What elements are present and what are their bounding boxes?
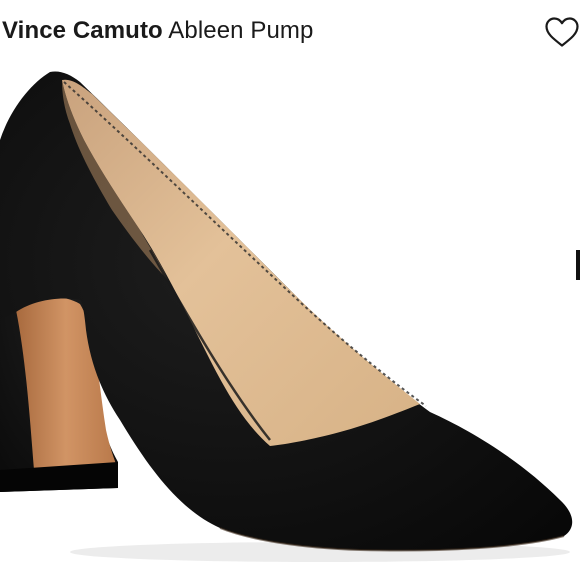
product-title: Vince Camuto Ableen Pump bbox=[2, 14, 313, 48]
product-header: Vince Camuto Ableen Pump bbox=[0, 0, 580, 64]
heart-outline-icon bbox=[545, 17, 579, 47]
product-image[interactable] bbox=[0, 60, 580, 580]
second-shoe-edge bbox=[576, 250, 580, 280]
product-name: Ableen Pump bbox=[168, 17, 314, 44]
favorite-button[interactable] bbox=[544, 16, 580, 48]
brand-name: Vince Camuto bbox=[2, 17, 163, 44]
black-suede-pump-photo bbox=[0, 71, 580, 562]
